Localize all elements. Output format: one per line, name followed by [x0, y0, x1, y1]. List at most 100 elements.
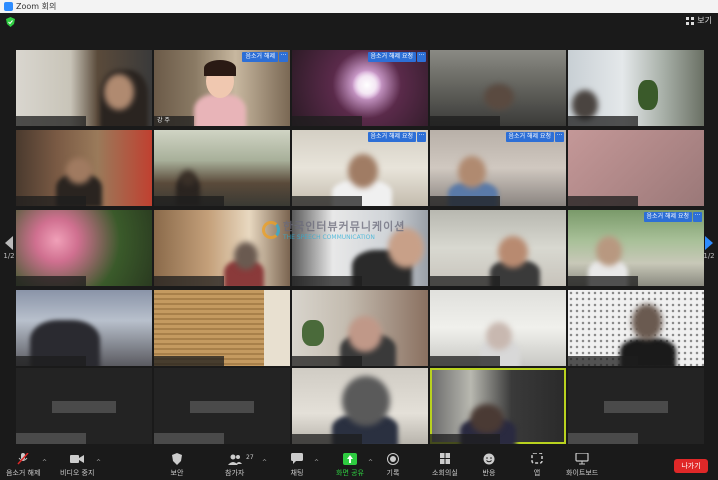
- unmute-request-badge[interactable]: 음소거 해제 요청: [643, 212, 692, 222]
- apps-icon: [531, 453, 543, 464]
- participant-tile[interactable]: [16, 130, 152, 206]
- video-options-caret[interactable]: ^: [96, 459, 101, 466]
- participant-name: [292, 116, 362, 126]
- whiteboard-label: 화이트보드: [566, 469, 599, 477]
- participant-tile[interactable]: [16, 210, 152, 286]
- participant-name: [154, 276, 224, 286]
- microphone-muted-icon: [17, 453, 29, 465]
- more-options-button[interactable]: ···: [279, 52, 288, 62]
- blurred-face: [596, 236, 622, 266]
- participant-tile[interactable]: 음소거 해제 요청 ···: [292, 130, 428, 206]
- page-indicator-right: 1/2: [703, 252, 715, 260]
- participant-name: [16, 356, 86, 366]
- participant-tile[interactable]: [430, 50, 566, 126]
- page-indicator-left: 1/2: [3, 252, 15, 260]
- share-options-caret[interactable]: ^: [368, 459, 373, 466]
- share-screen-button[interactable]: 화면 공유: [336, 453, 364, 478]
- more-options-button[interactable]: ···: [693, 212, 702, 222]
- participant-name: [568, 276, 638, 286]
- participant-tile[interactable]: [568, 290, 704, 366]
- chat-button[interactable]: 채팅: [290, 453, 304, 478]
- record-icon: [387, 453, 399, 465]
- participant-name-label: [568, 433, 638, 444]
- reactions-button[interactable]: 반응: [482, 453, 496, 478]
- audio-options-caret[interactable]: ^: [42, 459, 47, 466]
- participant-name-placeholder: [52, 401, 116, 413]
- more-options-button[interactable]: ···: [417, 132, 426, 142]
- flower-image: [352, 70, 382, 100]
- participant-tile[interactable]: 음소거 해제 요청 ···: [430, 130, 566, 206]
- breakout-rooms-icon: [439, 453, 450, 464]
- more-options-button[interactable]: ···: [417, 52, 426, 62]
- video-camera-icon: [70, 455, 85, 463]
- participant-tile[interactable]: [16, 50, 152, 126]
- plant-image: [638, 80, 658, 110]
- participant-name-label: [16, 433, 86, 444]
- participant-tile[interactable]: [568, 130, 704, 206]
- participant-tile[interactable]: [292, 290, 428, 366]
- participant-name: [568, 196, 638, 206]
- participant-name: [430, 116, 500, 126]
- participant-name: [430, 276, 500, 286]
- zoom-app-icon: [4, 2, 13, 11]
- leave-meeting-button[interactable]: 나가기: [674, 459, 708, 473]
- participants-button[interactable]: 참가자: [225, 453, 244, 478]
- blurred-face: [180, 170, 196, 186]
- participant-tile[interactable]: [16, 290, 152, 366]
- stop-video-button[interactable]: 비디오 중지: [60, 453, 94, 478]
- record-button[interactable]: 기록: [386, 453, 400, 478]
- unmute-request-badge[interactable]: 음소거 해제: [242, 52, 278, 62]
- unmute-button[interactable]: 음소거 해제: [6, 453, 40, 478]
- window-titlebar: Zoom 회의: [0, 0, 718, 13]
- unmute-request-badge[interactable]: 음소거 해제 요청: [505, 132, 554, 142]
- participant-tile-no-video[interactable]: [568, 368, 704, 444]
- participant-tile-no-video[interactable]: [154, 368, 290, 444]
- participant-name-placeholder: [190, 401, 254, 413]
- participant-name: [154, 196, 224, 206]
- participant-tile[interactable]: [154, 290, 290, 366]
- chat-options-caret[interactable]: ^: [314, 459, 319, 466]
- blurred-face: [486, 322, 512, 350]
- meeting-topbar: [0, 13, 718, 33]
- participant-tile[interactable]: [568, 50, 704, 126]
- view-button[interactable]: 보기: [686, 15, 712, 26]
- active-speaker-tile[interactable]: [430, 368, 566, 444]
- wall: [264, 290, 290, 366]
- video-gallery: 음소거 해제 ··· 강 주 음소거 해제 요청 ··· 음소거 해제 요청 ·…: [14, 50, 704, 446]
- grid-view-icon: [686, 16, 695, 25]
- blurred-face: [104, 74, 134, 110]
- blurred-face: [470, 404, 504, 434]
- participants-options-caret[interactable]: ^: [262, 459, 267, 466]
- blurred-face: [342, 376, 390, 426]
- security-shield-icon: [172, 453, 182, 465]
- shield-icon[interactable]: [6, 17, 15, 27]
- stop-video-label: 비디오 중지: [60, 469, 95, 477]
- breakout-rooms-button[interactable]: 소회의실: [432, 453, 458, 478]
- unmute-request-badge[interactable]: 음소거 해제 요청: [367, 52, 416, 62]
- participant-tile[interactable]: 음소거 해제 ··· 강 주: [154, 50, 290, 126]
- more-options-button[interactable]: ···: [555, 132, 564, 142]
- participant-tile[interactable]: [154, 130, 290, 206]
- participant-tile[interactable]: 음소거 해제 요청 ···: [292, 50, 428, 126]
- chat-label: 채팅: [290, 469, 304, 477]
- apps-button[interactable]: 앱: [530, 453, 544, 478]
- blurred-face: [348, 154, 378, 188]
- participant-tile[interactable]: 음소거 해제 요청 ···: [568, 210, 704, 286]
- participant-tile-no-video[interactable]: [16, 368, 152, 444]
- next-page-button[interactable]: 1/2: [702, 236, 716, 260]
- participant-tile[interactable]: [292, 368, 428, 444]
- participant-name-label: [154, 433, 224, 444]
- blurred-face: [632, 304, 662, 340]
- security-button[interactable]: 보안: [170, 453, 184, 478]
- unmute-request-badge[interactable]: 음소거 해제 요청: [367, 132, 416, 142]
- apps-label: 앱: [533, 469, 541, 477]
- whiteboard-button[interactable]: 화이트보드: [566, 453, 598, 478]
- participants-count: 27: [246, 454, 254, 461]
- arrow-right-icon: [705, 236, 713, 250]
- participant-name: 강 주: [154, 116, 194, 126]
- participant-name: [16, 116, 86, 126]
- unmute-label: 음소거 해제: [6, 469, 41, 477]
- participant-tile[interactable]: [430, 210, 566, 286]
- participant-tile[interactable]: [430, 290, 566, 366]
- participant-name: [430, 356, 500, 366]
